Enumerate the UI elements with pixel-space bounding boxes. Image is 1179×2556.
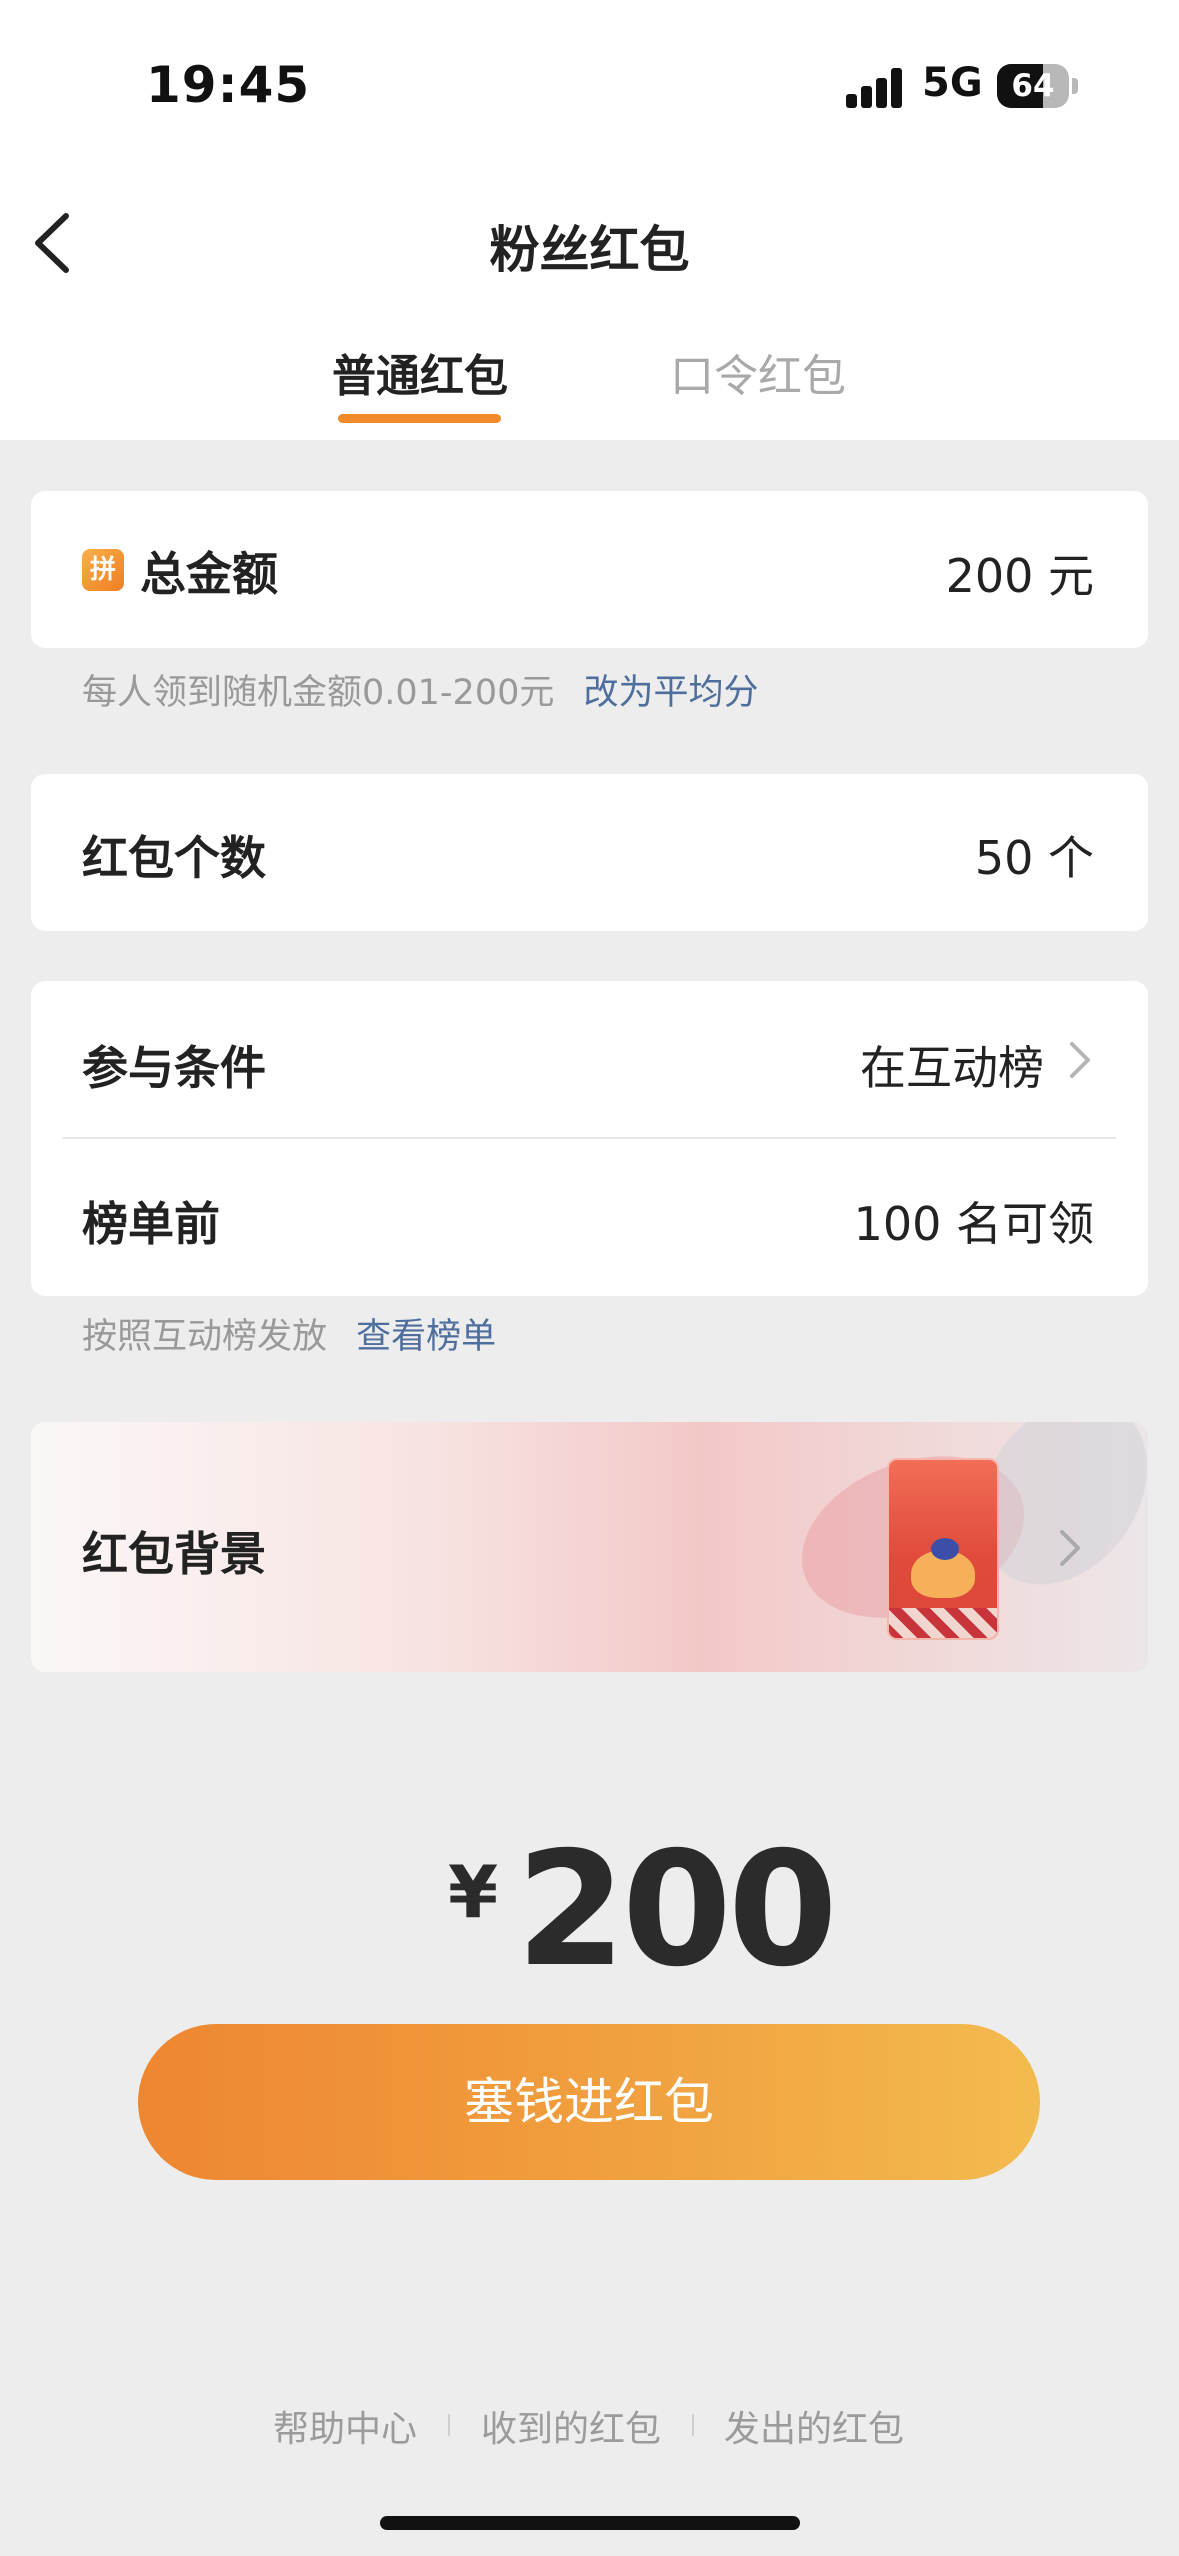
- network-type: 5G: [922, 60, 983, 106]
- chevron-right-icon[interactable]: [1058, 1528, 1082, 1568]
- amount-hint-text: 每人领到随机金额0.01-200元: [82, 673, 555, 713]
- rank-hint-text: 按照互动榜发放: [82, 1317, 328, 1357]
- page-title: 粉丝红包: [489, 221, 690, 279]
- summary-amount: 200: [516, 1818, 838, 2002]
- received-packets-link[interactable]: 收到的红包: [481, 2400, 661, 2452]
- rank-value[interactable]: 100 名可领: [854, 1188, 1094, 1254]
- amount-hint: 每人领到随机金额0.01-200元 改为平均分: [82, 664, 759, 715]
- packet-count-value[interactable]: 50 个: [975, 822, 1094, 888]
- footer-separator: [448, 2414, 450, 2436]
- currency-symbol: ¥: [448, 1850, 499, 1934]
- divider: [62, 1137, 1116, 1139]
- help-center-link[interactable]: 帮助中心: [273, 2400, 417, 2452]
- battery-level: 64: [1011, 68, 1055, 104]
- footer-separator: [692, 2414, 694, 2436]
- home-indicator: [380, 2516, 800, 2530]
- active-tab-indicator: [338, 414, 501, 423]
- view-ranking-link[interactable]: 查看榜单: [356, 1317, 496, 1357]
- background-label: 红包背景: [82, 1527, 266, 1581]
- stuff-money-button[interactable]: 塞钱进红包: [138, 2024, 1040, 2180]
- chevron-right-icon[interactable]: [1068, 1040, 1092, 1080]
- sent-packets-link[interactable]: 发出的红包: [724, 2400, 904, 2452]
- total-amount-value[interactable]: 200 元: [946, 540, 1094, 606]
- background-thumbnail[interactable]: [887, 1458, 999, 1640]
- total-amount-label: 总金额: [140, 547, 278, 601]
- pin-badge-icon: 拼: [82, 549, 124, 591]
- tab-password-redpacket[interactable]: 口令红包: [670, 340, 846, 404]
- tab-normal-redpacket[interactable]: 普通红包: [332, 340, 508, 404]
- condition-value[interactable]: 在互动榜: [860, 1032, 1044, 1098]
- cellular-signal-icon: [846, 68, 904, 108]
- switch-to-average-link[interactable]: 改为平均分: [584, 673, 759, 713]
- nav-bar: 粉丝红包 普通红包 口令红包: [0, 170, 1179, 440]
- status-time: 19:45: [146, 56, 311, 114]
- condition-label: 参与条件: [82, 1041, 266, 1095]
- battery-icon: 64: [997, 64, 1078, 108]
- rank-hint: 按照互动榜发放 查看榜单: [82, 1308, 496, 1359]
- status-bar: 19:45 5G 64: [0, 0, 1179, 170]
- rank-label: 榜单前: [82, 1197, 220, 1251]
- packet-count-label: 红包个数: [82, 831, 266, 885]
